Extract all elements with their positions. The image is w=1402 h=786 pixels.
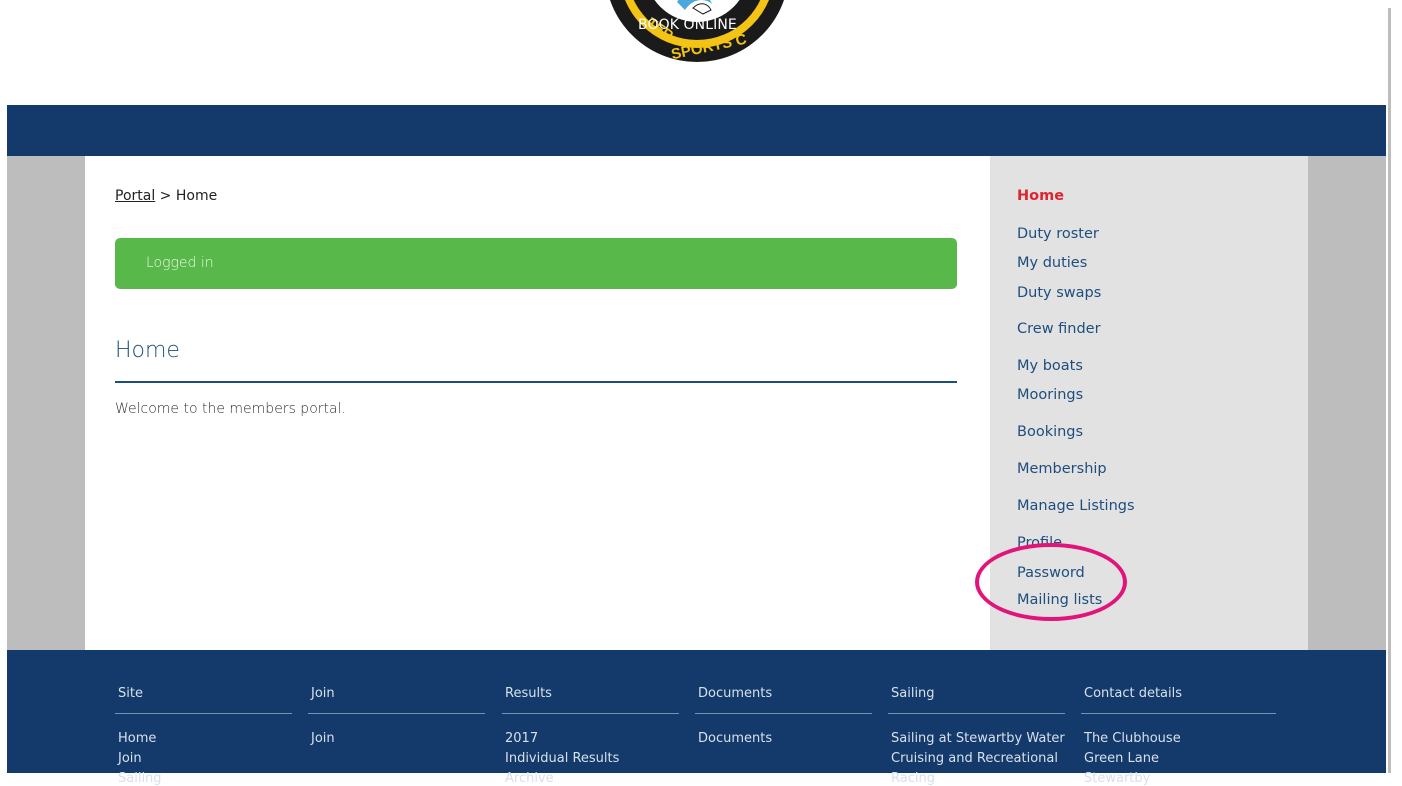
nav-item-book-online[interactable]: BOOK ONLINE <box>638 0 737 51</box>
footer-link-home[interactable]: Home <box>118 731 156 746</box>
sidebar-item-password[interactable]: Password <box>1017 565 1085 581</box>
footer-link-2017[interactable]: 2017 <box>505 731 538 746</box>
nav-item-home[interactable]: HOME <box>130 0 173 51</box>
footer-link-individual-results[interactable]: Individual Results <box>505 751 619 766</box>
sidebar-item-my-duties[interactable]: My duties <box>1017 255 1087 271</box>
breadcrumb-portal-link[interactable]: Portal <box>115 188 155 204</box>
nav-item-join[interactable]: JOIN <box>209 0 239 51</box>
breadcrumb-current: Home <box>175 188 218 204</box>
site-footer <box>7 650 1386 773</box>
nav-item-documents[interactable]: DOCUMENTS <box>1062 0 1154 51</box>
footer-link-sailing[interactable]: Sailing <box>118 771 162 786</box>
footer-heading-join: Join <box>311 686 335 701</box>
breadcrumb: Portal > Home <box>115 188 217 204</box>
nav-item-sailing-school[interactable]: SAILING SCHOOL <box>368 0 489 51</box>
nav-item-contact[interactable]: CONTACT <box>1192 0 1259 51</box>
scrollbar-thumb[interactable] <box>1388 8 1391 773</box>
footer-heading-documents: Documents <box>698 686 773 701</box>
sidebar-item-mailing-lists[interactable]: Mailing lists <box>1017 592 1102 608</box>
sidebar-item-crew-finder[interactable]: Crew finder <box>1017 321 1101 337</box>
footer-link-join[interactable]: Join <box>311 731 335 746</box>
welcome-text: Welcome to the members portal. <box>115 401 346 417</box>
vertical-scrollbar[interactable] <box>1386 0 1402 773</box>
sidebar-item-my-boats[interactable]: My boats <box>1017 358 1083 374</box>
sidebar-item-duty-swaps[interactable]: Duty swaps <box>1017 285 1101 301</box>
footer-contact-line: The Clubhouse <box>1084 731 1181 746</box>
footer-divider <box>888 713 1065 714</box>
sidebar-item-profile[interactable]: Profile <box>1017 535 1062 551</box>
footer-heading-results: Results <box>505 686 552 701</box>
footer-divider <box>308 713 485 714</box>
footer-link-documents[interactable]: Documents <box>698 731 772 746</box>
footer-link-racing[interactable]: Racing <box>891 771 935 786</box>
sidebar-item-bookings[interactable]: Bookings <box>1017 424 1083 440</box>
footer-heading-contact: Contact details <box>1084 686 1183 701</box>
footer-link-sailing-at-stewartby[interactable]: Sailing at Stewartby Water <box>891 731 1065 746</box>
footer-divider <box>695 713 872 714</box>
footer-contact-line: Green Lane <box>1084 751 1159 766</box>
sidebar-item-duty-roster[interactable]: Duty roster <box>1017 226 1099 242</box>
logged-in-alert: Logged in <box>115 238 957 289</box>
sidebar-item-moorings[interactable]: Moorings <box>1017 387 1083 403</box>
footer-link-join[interactable]: Join <box>118 751 142 766</box>
sidebar-item-home[interactable]: Home <box>1017 188 1064 204</box>
nav-item-sailing[interactable]: SAILING <box>275 0 332 51</box>
title-divider <box>115 381 957 383</box>
nav-item-galleries[interactable]: GALLERIES <box>951 0 1028 51</box>
footer-divider <box>502 713 679 714</box>
sidebar-item-membership[interactable]: Membership <box>1017 461 1107 477</box>
footer-link-cruising[interactable]: Cruising and Recreational <box>891 751 1058 766</box>
footer-divider <box>1081 713 1276 714</box>
page-title: Home <box>115 338 180 363</box>
footer-link-archive[interactable]: Archive <box>505 771 554 786</box>
footer-contact-line: Stewartby <box>1084 771 1151 786</box>
nav-item-results[interactable]: RESULTS <box>853 0 915 51</box>
footer-heading-sailing: Sailing <box>891 686 935 701</box>
footer-heading-site: Site <box>118 686 143 701</box>
nav-item-calendar[interactable]: CALENDAR <box>525 0 602 51</box>
nav-item-news[interactable]: NEWS <box>777 0 819 51</box>
footer-divider <box>115 713 292 714</box>
breadcrumb-separator: > <box>155 188 176 204</box>
main-nav <box>7 105 1386 156</box>
sidebar-item-manage-listings[interactable]: Manage Listings <box>1017 498 1135 514</box>
alert-text: Logged in <box>146 255 214 271</box>
